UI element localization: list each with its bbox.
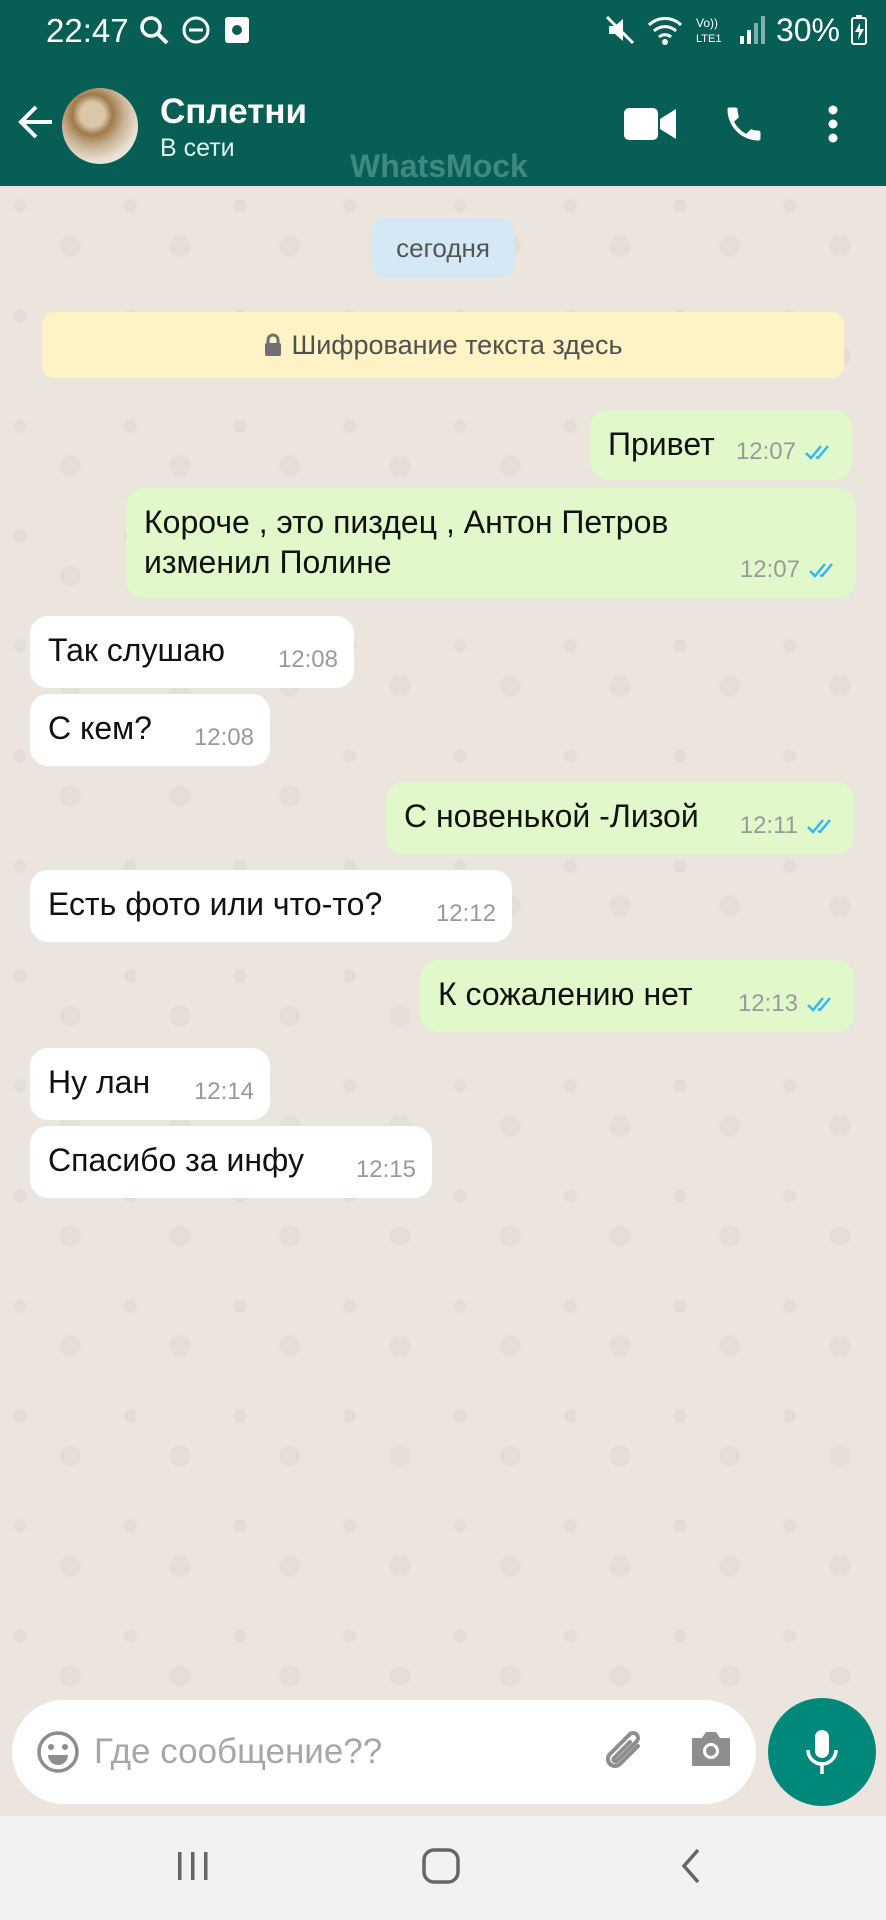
message-bubble-incoming[interactable]: С кем? 12:08: [30, 694, 270, 766]
battery-percent: 30%: [775, 11, 840, 48]
message-text: Короче , это пиздец , Антон Петров измен…: [144, 504, 669, 580]
message-composer: [12, 1700, 756, 1804]
back-nav-icon[interactable]: [678, 1846, 704, 1886]
message-time: 12:13: [737, 990, 798, 1017]
lock-icon: [265, 333, 282, 356]
message-list[interactable]: сегодня Шифрование текста здесь Привет 1…: [0, 186, 886, 1700]
message-bubble-outgoing[interactable]: Привет 12:07: [590, 410, 852, 480]
svg-text:LTE1: LTE1: [696, 33, 721, 45]
mute-icon: [605, 15, 635, 45]
message-time: 12:11: [739, 812, 798, 839]
video-call-icon[interactable]: [624, 106, 676, 142]
do-not-disturb-icon: [182, 16, 210, 44]
status-right-icons: Vo)) LTE1 30%: [604, 12, 868, 48]
read-receipt-icon: [809, 563, 833, 578]
camera-icon[interactable]: [688, 1728, 734, 1770]
home-icon[interactable]: [420, 1846, 462, 1886]
search-icon: [140, 16, 169, 45]
encryption-text: Шифрование текста здесь: [291, 329, 623, 360]
battery-charging-icon: [851, 15, 867, 45]
message-time: 12:08: [193, 724, 254, 751]
message-time: 12:12: [435, 900, 496, 927]
message-text: Есть фото или что-то?: [48, 886, 383, 922]
message-time: 12:07: [735, 438, 796, 465]
app-watermark: WhatsMock: [350, 148, 528, 184]
signal-icon: [739, 16, 765, 44]
screenshot-icon: [225, 17, 249, 43]
read-receipt-icon: [807, 997, 831, 1012]
microphone-icon: [806, 1730, 838, 1774]
message-time: 12:14: [193, 1078, 254, 1105]
message-input[interactable]: [94, 1724, 574, 1780]
contact-status: В сети: [160, 134, 235, 162]
message-bubble-incoming[interactable]: Так слушаю 12:08: [30, 616, 354, 688]
status-time: 22:47: [46, 12, 129, 49]
back-arrow-icon[interactable]: [16, 102, 56, 142]
contact-name[interactable]: Сплетни: [160, 92, 307, 132]
wifi-icon: [647, 17, 682, 45]
more-options-icon[interactable]: [826, 104, 840, 144]
message-bubble-outgoing[interactable]: С новенькой -Лизой 12:11: [386, 782, 854, 854]
message-bubble-incoming[interactable]: Есть фото или что-то? 12:12: [30, 870, 512, 942]
voice-call-icon[interactable]: [722, 102, 766, 146]
message-bubble-outgoing[interactable]: К сожалению нет 12:13: [420, 960, 854, 1032]
attach-icon[interactable]: [600, 1724, 652, 1780]
message-bubble-incoming[interactable]: Ну лан 12:14: [30, 1048, 270, 1120]
system-navigation-bar: [0, 1816, 886, 1920]
volte-icon: Vo)) LTE1: [696, 16, 721, 45]
voice-message-button[interactable]: [768, 1698, 876, 1806]
message-time: 12:07: [739, 556, 800, 583]
recent-apps-icon[interactable]: [176, 1846, 210, 1886]
read-receipt-icon: [807, 819, 831, 834]
encryption-notice[interactable]: Шифрование текста здесь: [42, 312, 844, 378]
status-bar: 22:47 Vo)) LTE1 30%: [0, 0, 886, 62]
contact-avatar[interactable]: [62, 88, 138, 164]
read-receipt-icon: [805, 445, 829, 460]
emoji-icon[interactable]: [36, 1730, 80, 1774]
message-time: 12:08: [277, 646, 338, 673]
date-divider: сегодня: [372, 218, 514, 278]
message-bubble-outgoing[interactable]: Короче , это пиздец , Антон Петров измен…: [126, 488, 856, 598]
message-time: 12:15: [355, 1156, 416, 1183]
message-bubble-incoming[interactable]: Спасибо за инфу 12:15: [30, 1126, 432, 1198]
chat-header: Сплетни В сети WhatsMock: [0, 62, 886, 186]
svg-text:Vo)): Vo)): [696, 16, 718, 30]
